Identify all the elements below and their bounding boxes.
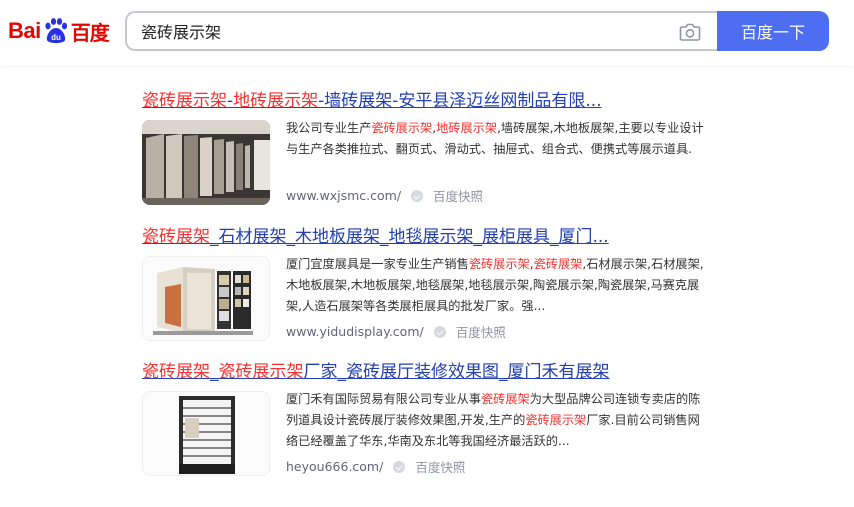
result-source: www.wxjsmc.com/ 百度快照 <box>286 186 483 205</box>
paw-icon: du <box>45 18 67 43</box>
search-button[interactable]: 百度一下 <box>717 11 829 51</box>
result-source: heyou666.com/ 百度快照 <box>286 457 465 476</box>
logo-chinese-text: 百度 <box>70 20 110 45</box>
result-description: 我公司专业生产瓷砖展示架,地砖展示架,墙砖展架,木地板展架,主要以专业设计与生产… <box>286 118 708 160</box>
title-highlight: 瓷砖展示架 <box>218 362 304 382</box>
baidu-logo[interactable]: Bai du 百度 <box>8 14 112 48</box>
thumbnail-image <box>143 392 269 475</box>
title-highlight: 瓷砖展示架 <box>142 91 227 111</box>
verified-icon <box>411 189 424 202</box>
title-text: _石材展架_木地板展架_地毯展示架_展柜展具_厦门... <box>210 227 609 247</box>
title-text: 厂家_瓷砖展厅装修效果图_厦门禾有展架 <box>303 362 610 382</box>
result-description: 厦门宜度展具是一家专业生产销售瓷砖展示架,瓷砖展架,石材展示架,石材展架,木地板… <box>286 254 708 317</box>
search-result: 瓷砖展示架-地砖展示架-墙砖展架-安平县泽迈丝网制品有限... 我公司专业生产瓷… <box>142 90 712 210</box>
desc-highlight: 瓷砖展架 <box>533 257 583 271</box>
thumbnail-image <box>143 257 269 340</box>
result-title-link[interactable]: 瓷砖展示架-地砖展示架-墙砖展架-安平县泽迈丝网制品有限... <box>142 90 712 112</box>
desc-highlight: 地砖展示架 <box>436 121 498 135</box>
result-title-link[interactable]: 瓷砖展架_石材展架_木地板展架_地毯展示架_展柜展具_厦门... <box>142 226 712 248</box>
top-bar: Bai du 百度 百度一下 <box>0 0 854 66</box>
search-form: 百度一下 <box>125 11 829 51</box>
camera-icon[interactable] <box>679 22 701 42</box>
result-description: 厦门禾有国际贸易有限公司专业从事瓷砖展架为大型品牌公司连锁专卖店的陈列道具设计瓷… <box>286 389 708 452</box>
result-thumbnail[interactable] <box>142 391 270 476</box>
thumbnail-image <box>142 120 270 205</box>
title-highlight: 瓷砖展架 <box>142 227 210 247</box>
title-highlight: 瓷砖展架 <box>142 362 210 382</box>
desc-text: 厦门宜度展具是一家专业生产销售 <box>286 257 469 271</box>
verified-icon <box>433 325 446 338</box>
search-box[interactable] <box>125 11 719 51</box>
search-input[interactable] <box>141 13 661 49</box>
title-text: _ <box>210 362 219 382</box>
desc-highlight: 瓷砖展示架 <box>468 257 530 271</box>
snapshot-link[interactable]: 百度快照 <box>433 186 483 205</box>
desc-highlight: 瓷砖展示架 <box>525 413 587 427</box>
result-thumbnail[interactable] <box>142 256 270 341</box>
result-thumbnail[interactable] <box>142 120 270 205</box>
result-url[interactable]: www.wxjsmc.com/ <box>286 188 401 203</box>
title-highlight: 地砖展示架 <box>233 91 319 111</box>
result-url[interactable]: heyou666.com/ <box>286 459 383 474</box>
desc-highlight: 瓷砖展架 <box>481 392 530 406</box>
snapshot-link[interactable]: 百度快照 <box>415 457 465 476</box>
search-result: 瓷砖展架_瓷砖展示架厂家_瓷砖展厅装修效果图_厦门禾有展架 厦门禾有国际贸易有限… <box>142 361 712 481</box>
desc-highlight: 瓷砖展示架 <box>371 121 433 135</box>
logo-paw-text: du <box>51 33 61 42</box>
result-url[interactable]: www.yidudisplay.com/ <box>286 324 424 339</box>
verified-icon <box>393 460 406 473</box>
result-title-link[interactable]: 瓷砖展架_瓷砖展示架厂家_瓷砖展厅装修效果图_厦门禾有展架 <box>142 361 712 383</box>
search-result: 瓷砖展架_石材展架_木地板展架_地毯展示架_展柜展具_厦门... 厦门宜度展具是… <box>142 226 712 346</box>
result-source: www.yidudisplay.com/ 百度快照 <box>286 322 506 341</box>
title-text: -墙砖展架-安平县泽迈丝网制品有限... <box>318 91 602 111</box>
logo-latin-text: Bai <box>8 18 41 43</box>
desc-text: 我公司专业生产 <box>286 121 372 135</box>
desc-text: 厦门禾有国际贸易有限公司专业从事 <box>286 392 481 406</box>
snapshot-link[interactable]: 百度快照 <box>456 322 506 341</box>
